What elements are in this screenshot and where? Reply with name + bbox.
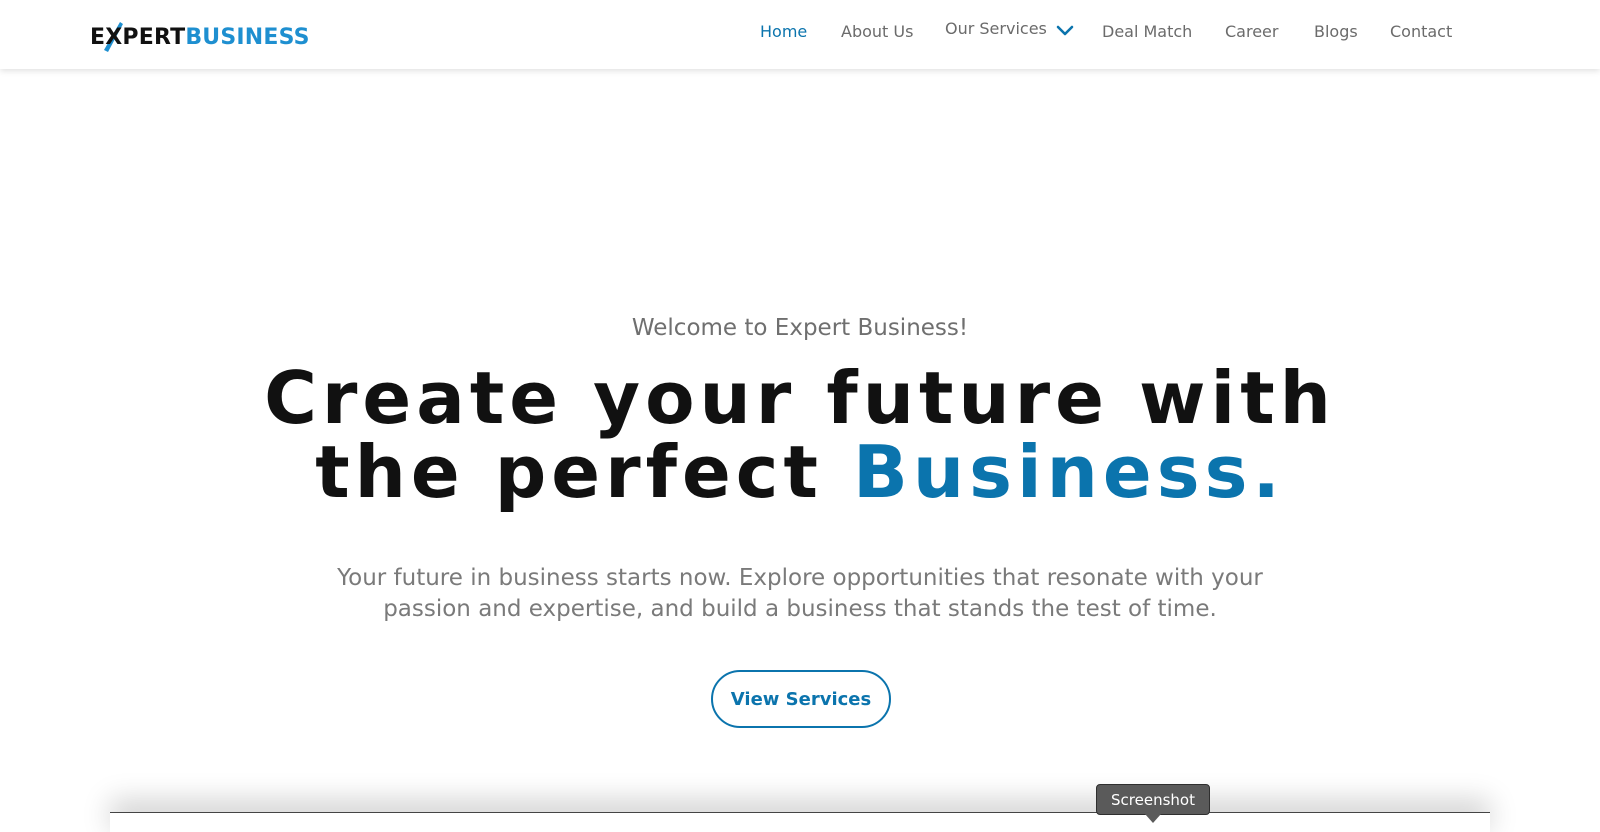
hero-headline: Create your future with the perfect Busi… xyxy=(0,361,1600,509)
logo-text: EXPERTBUSINESS xyxy=(90,27,310,49)
view-services-button[interactable]: View Services xyxy=(711,670,891,728)
preview-panel-edge xyxy=(110,812,1490,832)
nav-about-us[interactable]: About Us xyxy=(841,22,913,41)
hero-section: Welcome to Expert Business! Create your … xyxy=(0,69,1600,832)
tooltip-arrow xyxy=(1145,814,1161,823)
nav-home[interactable]: Home xyxy=(760,22,807,41)
logo-part-business: BUSINESS xyxy=(185,25,310,50)
logo-part-expert: EXPERT xyxy=(90,25,186,50)
nav-contact[interactable]: Contact xyxy=(1390,22,1452,41)
headline-line-2-prefix: the perfect xyxy=(315,430,853,514)
main-nav: Home About Us Our Services Deal Match Ca… xyxy=(760,19,1480,46)
hero-subtext: Your future in business starts now. Expl… xyxy=(337,565,1263,622)
nav-our-services[interactable]: Our Services xyxy=(945,19,1047,38)
tooltip: Screenshot xyxy=(1096,784,1210,815)
nav-career[interactable]: Career xyxy=(1225,22,1278,41)
chevron-down-icon[interactable] xyxy=(1055,24,1075,38)
headline-line-1: Create your future with xyxy=(264,356,1336,440)
nav-deal-match[interactable]: Deal Match xyxy=(1102,22,1192,41)
nav-blogs[interactable]: Blogs xyxy=(1314,22,1358,41)
site-header: EXPERTBUSINESS Home About Us Our Service… xyxy=(0,0,1600,69)
headline-accent: Business. xyxy=(852,430,1285,514)
hero-welcome: Welcome to Expert Business! xyxy=(631,315,969,341)
page: EXPERTBUSINESS Home About Us Our Service… xyxy=(0,0,1600,832)
logo[interactable]: EXPERTBUSINESS xyxy=(90,14,320,54)
